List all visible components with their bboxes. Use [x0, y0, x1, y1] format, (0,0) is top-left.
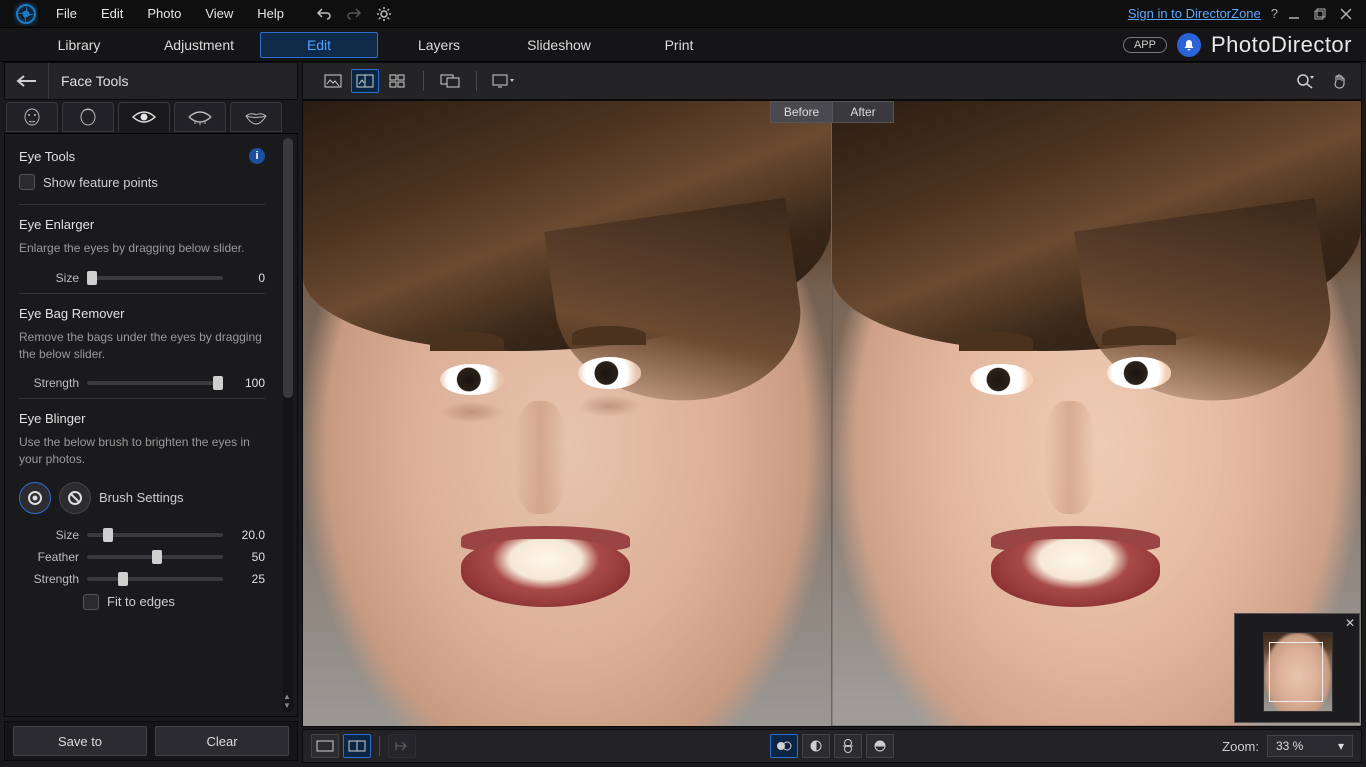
- clear-button[interactable]: Clear: [155, 726, 289, 756]
- menu-help[interactable]: Help: [245, 6, 296, 21]
- brush-strength-slider[interactable]: [87, 577, 223, 581]
- eye-bag-strength-slider[interactable]: [87, 381, 223, 385]
- brush-strength-value: 25: [231, 572, 265, 586]
- help-icon[interactable]: ?: [1271, 6, 1278, 21]
- navigator-viewport-box[interactable]: [1269, 642, 1323, 702]
- brush-feather-value: 50: [231, 550, 265, 564]
- zoom-value: 33 %: [1276, 739, 1303, 753]
- facetab-face-shape[interactable]: [6, 102, 58, 132]
- eye-bag-title: Eye Bag Remover: [19, 306, 265, 321]
- preview-before: [303, 101, 832, 726]
- eye-enlarger-size-label: Size: [19, 271, 79, 285]
- fit-to-edges-label: Fit to edges: [107, 594, 175, 609]
- compare-before-tab[interactable]: Before: [770, 101, 832, 123]
- redo-icon[interactable]: [346, 7, 362, 21]
- zoom-select[interactable]: 33 % ▾: [1267, 735, 1353, 757]
- eye-bag-strength-label: Strength: [19, 376, 79, 390]
- compare-side-icon[interactable]: [770, 734, 798, 758]
- zoom-label: Zoom:: [1222, 739, 1259, 754]
- chevron-down-icon: ▾: [1338, 739, 1344, 753]
- facetab-eye-open[interactable]: [118, 102, 170, 132]
- nav-adjustment[interactable]: Adjustment: [140, 32, 258, 58]
- notification-bell-icon[interactable]: [1177, 33, 1201, 57]
- panel-collapse-toggle[interactable]: ▲▼: [281, 692, 293, 710]
- facetab-skin[interactable]: [62, 102, 114, 132]
- show-feature-points-label: Show feature points: [43, 175, 158, 190]
- layout-single-icon[interactable]: [311, 734, 339, 758]
- facetab-eye-closed[interactable]: [174, 102, 226, 132]
- eye-enlarger-size-slider[interactable]: [87, 276, 223, 280]
- display-dropdown-icon[interactable]: [489, 69, 517, 93]
- compare-split-v-icon[interactable]: [802, 734, 830, 758]
- nav-slideshow[interactable]: Slideshow: [500, 32, 618, 58]
- brush-strength-label: Strength: [19, 572, 79, 586]
- brush-settings-label: Brush Settings: [99, 490, 184, 505]
- app-pill[interactable]: APP: [1123, 37, 1167, 53]
- eye-enlarger-desc: Enlarge the eyes by dragging below slide…: [19, 240, 265, 257]
- nav-library[interactable]: Library: [20, 32, 138, 58]
- menu-photo[interactable]: Photo: [135, 6, 193, 21]
- view-grid-icon[interactable]: [383, 69, 411, 93]
- info-icon[interactable]: i: [249, 148, 265, 164]
- eye-enlarger-title: Eye Enlarger: [19, 217, 265, 232]
- show-feature-points-checkbox[interactable]: Show feature points: [19, 174, 265, 190]
- brush-size-slider[interactable]: [87, 533, 223, 537]
- canvas-viewport[interactable]: Before After: [302, 100, 1362, 727]
- eye-bag-strength-value: 100: [231, 376, 265, 390]
- brush-size-label: Size: [19, 528, 79, 542]
- save-to-button[interactable]: Save to: [13, 726, 147, 756]
- hand-tool-icon[interactable]: [1325, 69, 1353, 93]
- signin-link[interactable]: Sign in to DirectorZone: [1128, 6, 1261, 21]
- view-single-icon[interactable]: [319, 69, 347, 93]
- nav-layers[interactable]: Layers: [380, 32, 498, 58]
- nav-edit[interactable]: Edit: [260, 32, 378, 58]
- brush-size-value: 20.0: [231, 528, 265, 542]
- navigator-close-icon[interactable]: ✕: [1345, 616, 1355, 630]
- eye-bag-desc: Remove the bags under the eyes by draggi…: [19, 329, 265, 363]
- compare-top-bottom-icon[interactable]: [834, 734, 862, 758]
- brush-feather-slider[interactable]: [87, 555, 223, 559]
- fit-to-edges-checkbox[interactable]: Fit to edges: [83, 594, 265, 610]
- nav-print[interactable]: Print: [620, 32, 738, 58]
- menu-view[interactable]: View: [193, 6, 245, 21]
- brush-add-button[interactable]: [19, 482, 51, 514]
- panel-scrollbar[interactable]: [283, 138, 293, 712]
- app-title: PhotoDirector: [1211, 32, 1352, 58]
- menu-file[interactable]: File: [44, 6, 89, 21]
- navigator-panel[interactable]: ✕: [1234, 613, 1360, 723]
- view-compare-icon[interactable]: [351, 69, 379, 93]
- eye-blinger-title: Eye Blinger: [19, 411, 265, 426]
- compare-split-h-icon[interactable]: [866, 734, 894, 758]
- eye-enlarger-size-value: 0: [231, 271, 265, 285]
- app-logo[interactable]: [8, 0, 44, 28]
- window-maximize-icon[interactable]: [1314, 8, 1332, 20]
- panel-back-button[interactable]: [5, 63, 49, 99]
- window-minimize-icon[interactable]: [1288, 8, 1306, 20]
- undo-icon[interactable]: [316, 7, 332, 21]
- history-step-icon[interactable]: [388, 734, 416, 758]
- window-close-icon[interactable]: [1340, 8, 1358, 20]
- zoom-tool-icon[interactable]: [1291, 69, 1319, 93]
- brush-feather-label: Feather: [19, 550, 79, 564]
- section-eye-tools: Eye Tools: [19, 149, 75, 164]
- secondary-monitor-icon[interactable]: [436, 69, 464, 93]
- brush-erase-button[interactable]: [59, 482, 91, 514]
- eye-blinger-desc: Use the below brush to brighten the eyes…: [19, 434, 265, 468]
- menu-edit[interactable]: Edit: [89, 6, 135, 21]
- layout-split-icon[interactable]: [343, 734, 371, 758]
- facetab-mouth[interactable]: [230, 102, 282, 132]
- panel-title: Face Tools: [49, 73, 128, 89]
- settings-gear-icon[interactable]: [376, 6, 392, 22]
- compare-after-tab[interactable]: After: [832, 101, 894, 123]
